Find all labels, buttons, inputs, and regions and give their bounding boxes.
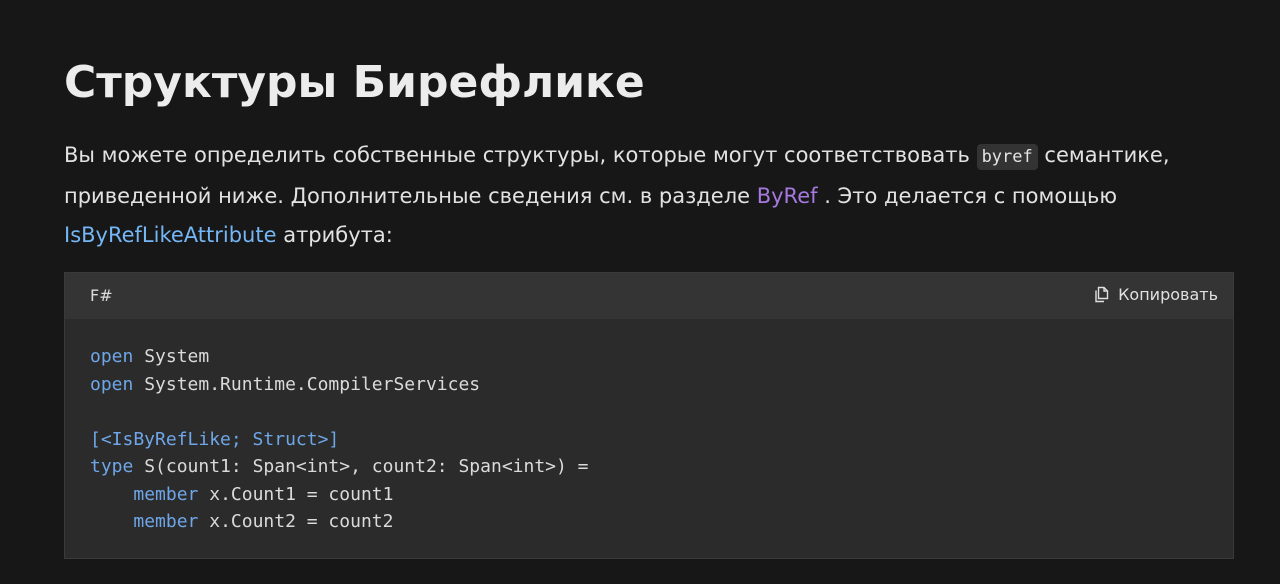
code-text: x.Count2 = count2: [198, 511, 394, 532]
intro-text-3: . Это делается с помощью: [817, 184, 1118, 208]
code-line-1: open System: [90, 346, 209, 367]
code-text: System.Runtime.CompilerServices: [133, 373, 481, 395]
code-line-4: [<IsByRefLike; Struct>]: [90, 429, 339, 450]
code-line-7: member x.Count2 = count2: [90, 511, 393, 532]
intro-text-1: Вы можете определить собственные структу…: [64, 143, 977, 167]
code-header: F# Копировать: [65, 273, 1233, 319]
code-keyword: member: [133, 511, 199, 532]
code-line-6: member x.Count1 = count1: [90, 484, 393, 505]
code-block: F# Копировать open System open System.Ru…: [64, 272, 1234, 559]
page-title: Структуры Бирефлике: [64, 57, 645, 108]
inline-code-byref: byref: [976, 144, 1038, 170]
byref-link[interactable]: ByRef: [757, 184, 818, 208]
code-attribute: [<IsByRefLike; Struct>]: [90, 428, 340, 450]
code-keyword: open: [90, 373, 134, 395]
copy-button-label: Копировать: [1118, 285, 1218, 304]
code-content: open System open System.Runtime.Compiler…: [90, 343, 589, 536]
intro-paragraph: Вы можете определить собственные структу…: [64, 136, 1234, 255]
code-text: x.Count1 = count1: [198, 483, 394, 505]
code-language-label: F#: [90, 286, 113, 305]
copy-button[interactable]: Копировать: [1092, 285, 1218, 304]
code-text: System: [133, 346, 210, 367]
intro-text-4: атрибута:: [276, 223, 393, 247]
code-keyword: member: [133, 483, 199, 505]
copy-icon: [1092, 285, 1111, 304]
code-line-2: open System.Runtime.CompilerServices: [90, 374, 480, 395]
isbyreflikeattribute-link[interactable]: IsByRefLikeAttribute: [64, 223, 277, 247]
code-line-5: type S(count1: Span<int>, count2: Span<i…: [90, 456, 589, 477]
code-text: S(count1: Span<int>, count2: Span<int>) …: [133, 456, 589, 477]
code-keyword: type: [90, 456, 134, 477]
code-keyword: open: [90, 346, 134, 367]
